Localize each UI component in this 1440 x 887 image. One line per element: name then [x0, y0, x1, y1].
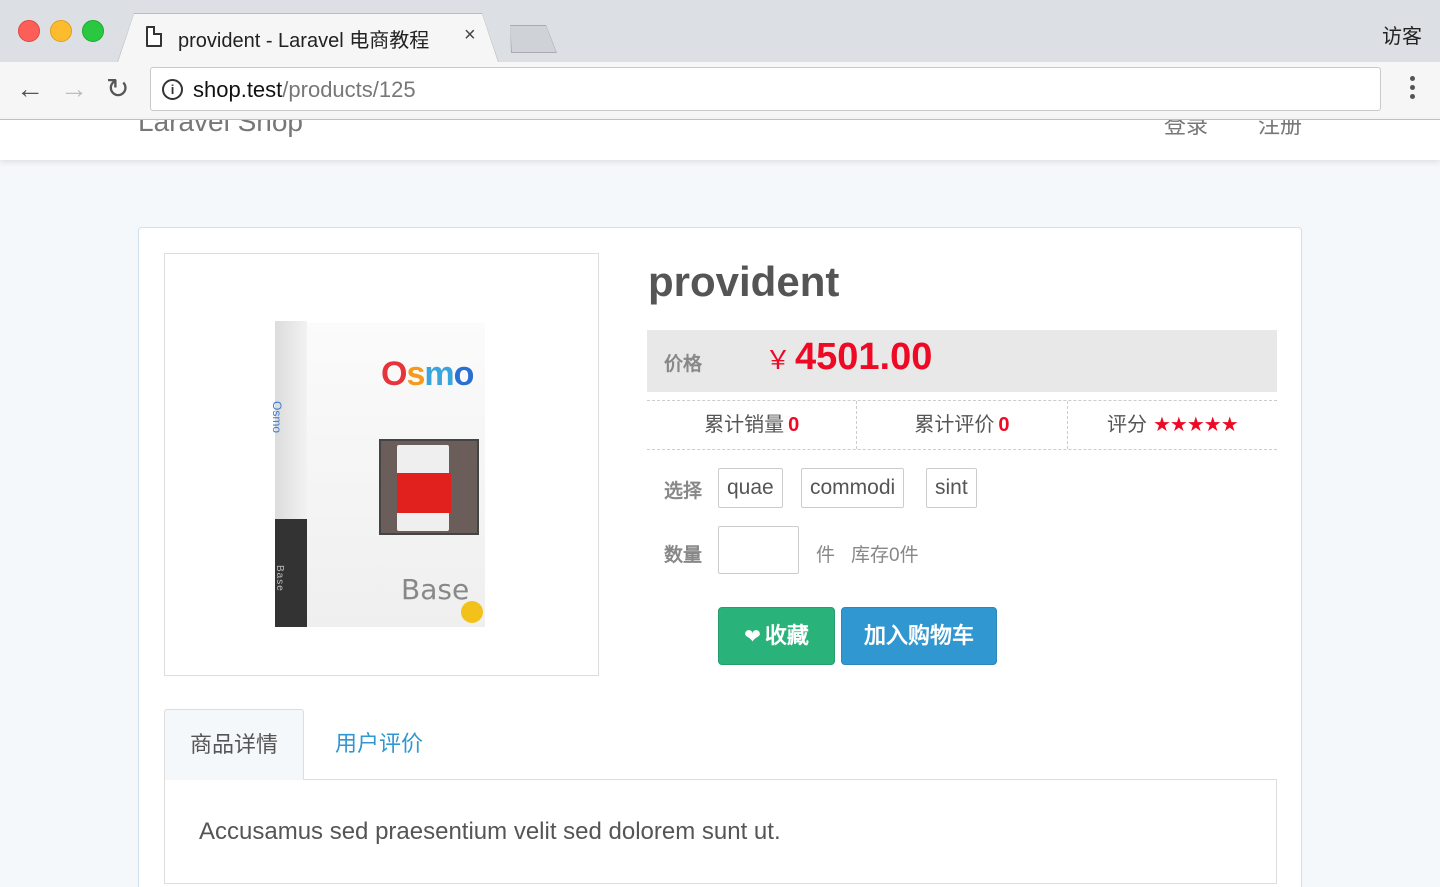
- register-link[interactable]: 注册: [1258, 120, 1302, 140]
- tab-panel: Accusamus sed praesentium velit sed dolo…: [164, 780, 1277, 884]
- add-to-cart-button[interactable]: 加入购物车: [841, 607, 997, 665]
- heart-icon: ❤: [744, 626, 761, 648]
- box-front: Osmo Base: [307, 323, 485, 627]
- sku-option[interactable]: commodi: [801, 468, 905, 508]
- product-tabs: 商品详情 用户评价: [164, 709, 1277, 780]
- sku-label: 选择: [664, 481, 703, 502]
- price-label: 价格: [664, 354, 703, 375]
- review-count: 累计评价 0: [856, 401, 1066, 449]
- url-host: shop.test: [193, 77, 283, 102]
- currency-symbol: ￥: [765, 345, 792, 375]
- close-window-button[interactable]: [18, 20, 40, 42]
- url-path: /products/125: [282, 77, 416, 102]
- back-arrow-icon[interactable]: ←: [16, 74, 44, 104]
- document-icon: [146, 26, 162, 47]
- login-link[interactable]: 登录: [1164, 120, 1208, 140]
- tab-user-reviews[interactable]: 用户评价: [310, 709, 448, 780]
- browser-toolbar: ← → ↻ i shop.test/products/125: [0, 62, 1440, 120]
- minimize-window-button[interactable]: [50, 20, 72, 42]
- sku-option[interactable]: sint: [926, 468, 977, 508]
- forward-arrow-icon[interactable]: →: [60, 74, 88, 104]
- quantity-unit: 件: [816, 545, 836, 566]
- quantity-input[interactable]: [718, 526, 799, 574]
- edition-badge-icon: [461, 601, 483, 623]
- price-amount: 4501.00: [795, 336, 933, 378]
- reload-icon[interactable]: ↻: [106, 74, 129, 104]
- profile-button[interactable]: 访客: [1382, 20, 1422, 49]
- product-description: Accusamus sed praesentium velit sed dolo…: [199, 818, 781, 845]
- browser-menu-icon[interactable]: [1410, 76, 1416, 103]
- box-window: [379, 439, 479, 535]
- sku-option[interactable]: quae: [718, 468, 783, 508]
- box-spine-text: Base: [274, 565, 285, 592]
- sold-count: 累计销量 0: [704, 414, 800, 436]
- tab-product-detail[interactable]: 商品详情: [164, 709, 305, 780]
- browser-tab-title[interactable]: provident - Laravel 电商教程: [178, 24, 429, 53]
- box-front-text: Base: [401, 573, 470, 606]
- site-navbar: Laravel Shop 登录 注册: [0, 120, 1440, 160]
- site-brand[interactable]: Laravel Shop: [138, 120, 303, 138]
- maximize-window-button[interactable]: [82, 20, 104, 42]
- product-stats: 累计销量 0 累计评价 0 评分 ★★★★★: [647, 400, 1277, 450]
- url-text[interactable]: shop.test/products/125: [193, 77, 416, 103]
- site-info-icon[interactable]: i: [162, 79, 183, 100]
- osmo-logo: Osmo: [381, 355, 474, 393]
- close-tab-icon[interactable]: ×: [464, 24, 476, 47]
- browser-tab-strip: provident - Laravel 电商教程 × 访客: [0, 0, 1440, 63]
- address-bar[interactable]: i shop.test/products/125: [150, 67, 1381, 111]
- product-image: Osmo Base Osmo Base: [270, 321, 485, 627]
- rating: 评分 ★★★★★: [1066, 401, 1277, 449]
- stock-text: 库存0件: [851, 545, 919, 566]
- quantity-label: 数量: [664, 545, 703, 566]
- product-title: provident: [648, 258, 840, 305]
- box-spine-logo: Osmo: [270, 401, 284, 434]
- rating-stars-icon: ★★★★★: [1152, 414, 1239, 436]
- price-value: ￥ 4501.00: [765, 336, 932, 379]
- price-bar: 价格 ￥ 4501.00: [647, 330, 1277, 392]
- favorite-button[interactable]: ❤ 收藏: [718, 607, 835, 665]
